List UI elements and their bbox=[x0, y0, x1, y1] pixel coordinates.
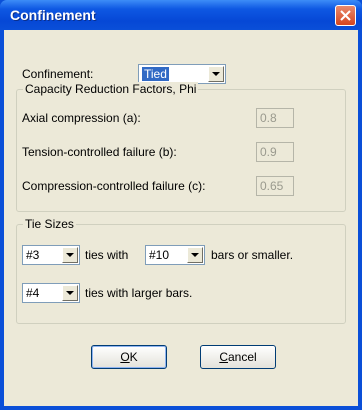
cancel-mnemonic: C bbox=[219, 350, 228, 364]
ties-with-larger-label: ties with larger bars. bbox=[85, 286, 193, 300]
dialog-title: Confinement bbox=[10, 7, 96, 23]
title-bar[interactable]: Confinement bbox=[0, 0, 362, 30]
ok-button[interactable]: OK bbox=[91, 345, 167, 369]
axial-compression-label: Axial compression (a): bbox=[22, 111, 141, 125]
dialog-body: Confinement: Tied Capacity Reduction Fac… bbox=[4, 30, 358, 406]
bars-or-smaller-label: bars or smaller. bbox=[211, 248, 294, 262]
confinement-select[interactable]: Tied bbox=[138, 64, 226, 84]
ok-mnemonic: O bbox=[120, 350, 130, 364]
phi-group: Capacity Reduction Factors, Phi Axial co… bbox=[16, 82, 346, 212]
close-icon bbox=[340, 10, 351, 21]
compression-controlled-label: Compression-controlled failure (c): bbox=[22, 179, 206, 193]
compression-controlled-field[interactable]: 0.65 bbox=[256, 176, 294, 196]
ok-label-rest: K bbox=[129, 350, 138, 364]
bar-size-select[interactable]: #10 bbox=[145, 245, 205, 265]
cancel-button[interactable]: Cancel bbox=[200, 345, 276, 369]
close-button[interactable] bbox=[335, 5, 356, 26]
tie-size-select-2[interactable]: #4 bbox=[22, 283, 80, 303]
chevron-down-icon[interactable] bbox=[208, 66, 224, 82]
tie-size-value-2: #4 bbox=[26, 286, 40, 300]
chevron-down-icon[interactable] bbox=[62, 285, 78, 301]
tension-controlled-label: Tension-controlled failure (b): bbox=[22, 145, 177, 159]
dialog-window: Confinement Confinement: Tied Capacity R… bbox=[0, 0, 362, 410]
ties-with-label: ties with bbox=[85, 248, 129, 262]
chevron-down-icon[interactable] bbox=[187, 247, 203, 263]
chevron-down-icon[interactable] bbox=[62, 247, 78, 263]
tension-controlled-field[interactable]: 0.9 bbox=[256, 142, 294, 162]
axial-compression-field[interactable]: 0.8 bbox=[256, 108, 294, 128]
tie-size-select-1[interactable]: #3 bbox=[22, 245, 80, 265]
bar-size-value: #10 bbox=[149, 248, 170, 262]
confinement-value: Tied bbox=[142, 67, 169, 81]
phi-group-title: Capacity Reduction Factors, Phi bbox=[23, 82, 199, 96]
tie-sizes-group: Tie Sizes #3 ties with #10 bars or small… bbox=[16, 217, 346, 324]
tie-sizes-title: Tie Sizes bbox=[23, 217, 76, 231]
tie-size-value-1: #3 bbox=[26, 248, 40, 262]
confinement-label: Confinement: bbox=[22, 67, 94, 81]
cancel-label-rest: ancel bbox=[227, 350, 257, 364]
